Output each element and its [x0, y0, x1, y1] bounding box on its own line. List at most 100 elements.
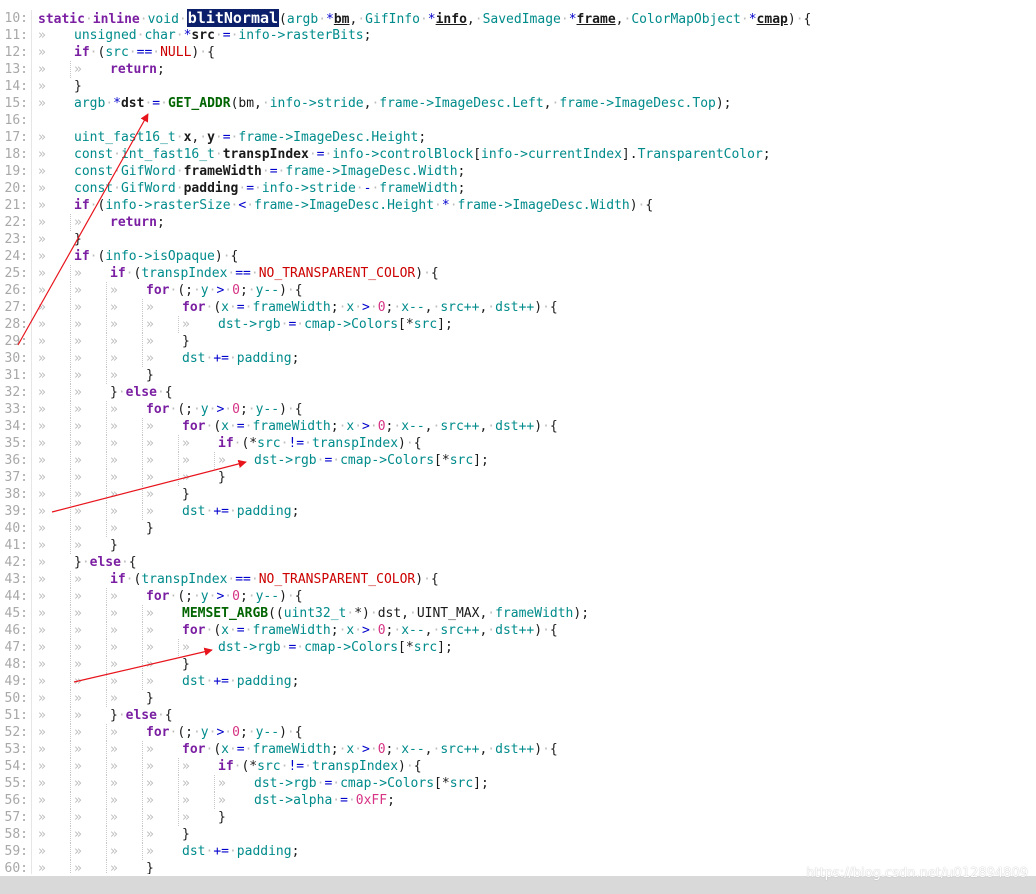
code-line[interactable]: 44:»»» for·(;·y·>·0;·y--)·{ [0, 588, 1036, 605]
indent-guide [142, 758, 144, 775]
code-line[interactable]: 36:»»»»»» dst->rgb·=·cmap->Colors[*src]; [0, 452, 1036, 469]
code-line[interactable]: 17: » uint_fast16_t·x,·y·=·frame->ImageDes… [0, 129, 1036, 146]
code-line[interactable]: 30:»»»» dst·+=·padding; [0, 350, 1036, 367]
code-line[interactable]: 59:»»»» dst·+=·padding; [0, 843, 1036, 860]
code-line[interactable]: 28:»»»»» dst->rgb·=·cmap->Colors[*src]; [0, 316, 1036, 333]
code-line[interactable]: 50: » » »} [0, 690, 1036, 707]
code-line[interactable]: 47:»»»»» dst->rgb·=·cmap->Colors[*src]; [0, 639, 1036, 656]
code-line[interactable]: 33:»»» for·(;·y·>·0;·y--)·{ [0, 401, 1036, 418]
code-line[interactable]: 12:» if·(src·==·NULL)·{ [0, 44, 1036, 61]
tab-marker: » [38, 147, 46, 162]
code-token: NO_TRANSPARENT_COLOR [258, 572, 416, 587]
code-line[interactable]: 57: » » » » »} [0, 809, 1036, 826]
code-line[interactable]: 10: static·inline·void·blitNormal(argb·*b… [0, 9, 1036, 28]
code-line[interactable]: 40: » » »} [0, 520, 1036, 537]
code-token: · [354, 300, 363, 315]
code-line[interactable]: 48: » » » »} [0, 656, 1036, 673]
code-line[interactable]: 41: » »} [0, 537, 1036, 554]
code-token: *) [354, 606, 370, 621]
code-line[interactable]: 58: » » » »} [0, 826, 1036, 843]
code-token: (; [177, 283, 193, 298]
tab-marker: » [110, 283, 118, 298]
code-line[interactable]: 51:»»}·else·{ [0, 707, 1036, 724]
code-token: } [110, 385, 118, 400]
code-token: { [294, 402, 303, 417]
code-token: frameWidth [183, 164, 262, 179]
code-token: dst [377, 606, 402, 621]
code-line[interactable]: 29: » » » »} [0, 333, 1036, 350]
code-line[interactable]: 19: » const·GifWord·frameWidth·=·frame->Im… [0, 163, 1036, 180]
code-line[interactable]: 15:» argb·*dst·=·GET_ADDR(bm,·info->strid… [0, 95, 1036, 112]
code-line[interactable]: 23: »} [0, 231, 1036, 248]
code-line[interactable]: 55:»»»»»» dst->rgb·=·cmap->Colors[*src]; [0, 775, 1036, 792]
code-line[interactable]: 35:»»»»» if·(*src·!=·transpIndex)·{ [0, 435, 1036, 452]
tab-marker: » [146, 300, 154, 315]
code-token: dst [120, 96, 145, 111]
code-token: GifInfo [365, 12, 420, 27]
indent-guide [70, 384, 72, 401]
code-text: } [110, 537, 118, 554]
code-line[interactable]: 22: » » return; [0, 214, 1036, 231]
code-line[interactable]: 42:»}·else·{ [0, 554, 1036, 571]
code-line[interactable]: 25:»» if·(transpIndex·==·NO_TRANSPARENT_C… [0, 265, 1036, 282]
code-token: · [228, 351, 237, 366]
code-token: info->stride [269, 96, 364, 111]
code-line[interactable]: 39:»»»» dst·+=·padding; [0, 503, 1036, 520]
tab-marker: » [38, 402, 46, 417]
code-line[interactable]: 26:»»» for·(;·y·>·0;·y--)·{ [0, 282, 1036, 299]
line-number: 18: [4, 147, 28, 162]
code-line[interactable]: 43:»» if·(transpIndex·==·NO_TRANSPARENT_C… [0, 571, 1036, 588]
code-line[interactable]: 46:»»»» for·(x·=·frameWidth;·x·>·0;·x--,·… [0, 622, 1036, 639]
line-number: 23: [4, 232, 28, 247]
code-token: += [213, 504, 229, 519]
code-line[interactable]: 56:»»»»»» dst->alpha·=·0xFF; [0, 792, 1036, 809]
indent-guide [106, 367, 108, 384]
tab-marker: » [74, 742, 82, 757]
code-token: dst->rgb [218, 640, 281, 655]
code-line[interactable]: 14: »} [0, 78, 1036, 95]
code-line[interactable]: 18: » const·int_fast16_t·transpIndex·=·inf… [0, 146, 1036, 163]
code-token: · [192, 402, 201, 417]
code-line[interactable]: 20:» const·GifWord·padding·=·info->stride… [0, 180, 1036, 197]
code-line[interactable]: 16: [0, 112, 1036, 129]
indent-guide [70, 418, 72, 435]
tab-marker: » [74, 589, 82, 604]
code-line[interactable]: 53:»»»» for·(x·=·frameWidth;·x·>·0;·x--,·… [0, 741, 1036, 758]
code-line[interactable]: 11:» unsigned·char·*src·=·info->rasterBit… [0, 27, 1036, 44]
tab-marker: » [38, 164, 46, 179]
code-token: · [224, 589, 233, 604]
code-text: for·(;·y·>·0;·y--)·{ [146, 282, 303, 299]
code-token: dst++ [495, 742, 535, 757]
code-token: x-- [401, 419, 425, 434]
tab-marker: » [74, 844, 82, 859]
code-token: if [110, 572, 126, 587]
code-line[interactable]: 32:»»}·else·{ [0, 384, 1036, 401]
code-line[interactable]: 38: » » » »} [0, 486, 1036, 503]
code-token: ) [534, 623, 543, 638]
code-line[interactable]: 54:»»»»» if·(*src·!=·transpIndex)·{ [0, 758, 1036, 775]
code-line[interactable]: 37: » » » » »} [0, 469, 1036, 486]
code-line[interactable]: 49:»»»» dst·+=·padding; [0, 673, 1036, 690]
code-text: static·inline·void·blitNormal(argb·*bm,·… [38, 9, 811, 28]
tab-marker: » [182, 759, 190, 774]
code-token: · [192, 589, 201, 604]
code-line[interactable]: 13: » » return; [0, 61, 1036, 78]
code-line[interactable]: 31: » » »} [0, 367, 1036, 384]
code-line[interactable]: 21:» if·(info->rasterSize·<·frame->ImageD… [0, 197, 1036, 214]
code-line[interactable]: 45:»»»» MEMSET_ARGB((uint32_t·*)·dst,·UIN… [0, 605, 1036, 622]
code-token: · [156, 385, 165, 400]
code-editor[interactable]: 10: static·inline·void·blitNormal(argb·*b… [0, 0, 1036, 874]
indent-guide [214, 452, 216, 469]
indent-guide [70, 299, 72, 316]
code-line[interactable]: 24:» if·(info->isOpaque)·{ [0, 248, 1036, 265]
line-number: 46: [4, 623, 28, 638]
code-token: const [74, 181, 114, 196]
code-line[interactable]: 34:»»»» for·(x·=·frameWidth;·x·>·0;·x--,·… [0, 418, 1036, 435]
code-token: · [113, 147, 121, 162]
indent-guide [70, 724, 72, 741]
code-line[interactable]: 52:»»» for·(;·y·>·0;·y--)·{ [0, 724, 1036, 741]
code-token: · [434, 198, 442, 213]
code-token: == [136, 45, 153, 60]
line-number: 56: [4, 793, 28, 808]
code-line[interactable]: 27:»»»» for·(x·=·frameWidth;·x·>·0;·x--,·… [0, 299, 1036, 316]
